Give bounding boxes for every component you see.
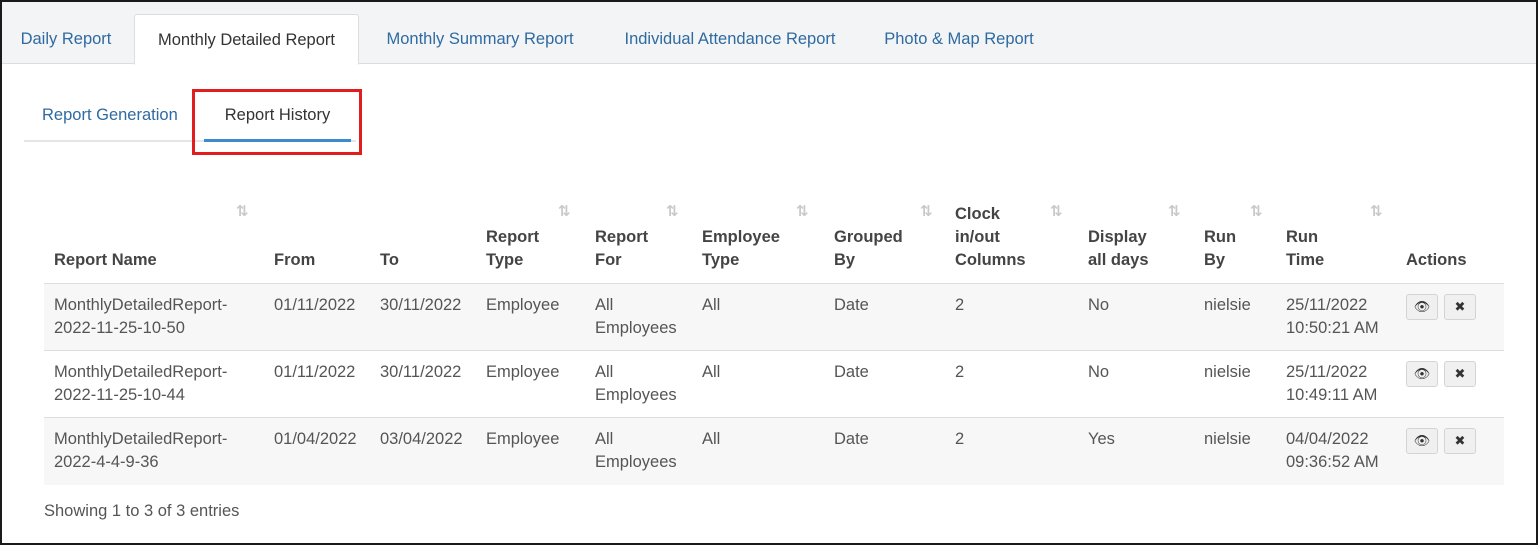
sort-icon[interactable]: ⇅ (920, 202, 932, 220)
cell-to: 03/04/2022 (380, 430, 463, 448)
cell-grouped-by: Date (834, 296, 869, 314)
cell-run-by: nielsie (1204, 296, 1251, 314)
column-label: Actions (1406, 251, 1467, 269)
tab-individual-attendance-report[interactable]: Individual Attendance Report (612, 14, 848, 65)
column-label: Grouped By (834, 228, 903, 269)
cell-run-by: nielsie (1204, 430, 1251, 448)
cell-report-type: Employee (486, 296, 560, 314)
cell-display-all-days: No (1088, 363, 1110, 381)
cell-clock-columns: 2 (955, 296, 965, 314)
cell-employee-type: All (702, 296, 721, 314)
view-report-button[interactable]: 👁 (1406, 294, 1438, 320)
column-label: Run By (1204, 228, 1237, 269)
cell-report-name: MonthlyDetailedReport- 2022-11-25-10-50 (54, 296, 228, 337)
cell-run-time: 04/04/2022 09:36:52 AM (1286, 430, 1379, 471)
column-label: Report Type (486, 228, 540, 269)
column-label: Run Time (1286, 228, 1325, 269)
column-header-report-name[interactable]: Report Name (44, 192, 264, 284)
cell-to: 30/11/2022 (380, 296, 462, 314)
highlight-annotation (192, 89, 362, 155)
delete-report-button[interactable]: ✖ (1444, 361, 1476, 387)
view-report-button[interactable]: 👁 (1406, 361, 1438, 387)
subtab-report-generation[interactable]: Report Generation (42, 88, 178, 142)
column-header-run-by[interactable]: Run By (1194, 192, 1276, 284)
sort-icon[interactable]: ⇅ (236, 202, 248, 220)
report-type-tabs: Daily Report Monthly Detailed Report Mon… (2, 2, 1536, 65)
column-label: From (274, 251, 316, 269)
column-label: Display all days (1088, 228, 1149, 269)
table-info: Showing 1 to 3 of 3 entries (44, 502, 240, 520)
column-header-to: To (370, 192, 476, 284)
cell-grouped-by: Date (834, 363, 869, 381)
column-header-from: From (264, 192, 370, 284)
column-header-report-type[interactable]: Report Type (476, 192, 585, 284)
sort-icon[interactable]: ⇅ (1250, 202, 1262, 220)
sort-icon[interactable]: ⇅ (558, 202, 570, 220)
cell-clock-columns: 2 (955, 430, 965, 448)
column-label: Report Name (54, 251, 157, 269)
cell-clock-columns: 2 (955, 363, 965, 381)
delete-report-button[interactable]: ✖ (1444, 294, 1476, 320)
cell-display-all-days: No (1088, 296, 1110, 314)
cell-employee-type: All (702, 363, 721, 381)
view-report-button[interactable]: 👁 (1406, 428, 1438, 454)
table-row: MonthlyDetailedReport- 2022-11-25-10-50 01… (44, 284, 1504, 351)
tab-monthly-detailed-report[interactable]: Monthly Detailed Report (134, 14, 359, 65)
cell-employee-type: All (702, 430, 721, 448)
cell-run-time: 25/11/2022 10:50:21 AM (1286, 296, 1379, 337)
cell-display-all-days: Yes (1088, 430, 1115, 448)
cell-report-for: All Employees (595, 296, 677, 337)
sort-icon[interactable]: ⇅ (1370, 202, 1382, 220)
cell-from: 01/11/2022 (274, 296, 356, 314)
sort-icon[interactable]: ⇅ (1168, 202, 1180, 220)
tab-daily-report[interactable]: Daily Report (16, 14, 116, 65)
column-header-actions: Actions (1396, 192, 1504, 284)
sort-icon[interactable]: ⇅ (796, 202, 808, 220)
cell-grouped-by: Date (834, 430, 869, 448)
column-label: Clock in/out Columns (955, 205, 1026, 269)
cell-from: 01/04/2022 (274, 430, 357, 448)
cell-report-name: MonthlyDetailedReport- 2022-11-25-10-44 (54, 363, 228, 404)
cell-from: 01/11/2022 (274, 363, 356, 381)
delete-report-button[interactable]: ✖ (1444, 428, 1476, 454)
cell-run-time: 25/11/2022 10:49:11 AM (1286, 363, 1378, 404)
sort-icon[interactable]: ⇅ (666, 202, 678, 220)
cell-run-by: nielsie (1204, 363, 1251, 381)
column-label: To (380, 251, 399, 269)
cell-report-name: MonthlyDetailedReport- 2022-4-4-9-36 (54, 430, 228, 471)
cell-report-for: All Employees (595, 430, 677, 471)
sort-icon[interactable]: ⇅ (1050, 202, 1062, 220)
cell-report-type: Employee (486, 430, 560, 448)
tab-photo-map-report[interactable]: Photo & Map Report (874, 14, 1044, 65)
cell-report-for: All Employees (595, 363, 677, 404)
column-label: Employee Type (702, 228, 780, 269)
cell-report-type: Employee (486, 363, 560, 381)
column-label: Report For (595, 228, 649, 269)
tab-monthly-summary-report[interactable]: Monthly Summary Report (374, 14, 586, 65)
table-row: MonthlyDetailedReport- 2022-4-4-9-36 01/04… (44, 418, 1504, 485)
cell-to: 30/11/2022 (380, 363, 462, 381)
report-panel: Daily Report Monthly Detailed Report Mon… (0, 0, 1538, 545)
table-row: MonthlyDetailedReport- 2022-11-25-10-44 01… (44, 351, 1504, 418)
